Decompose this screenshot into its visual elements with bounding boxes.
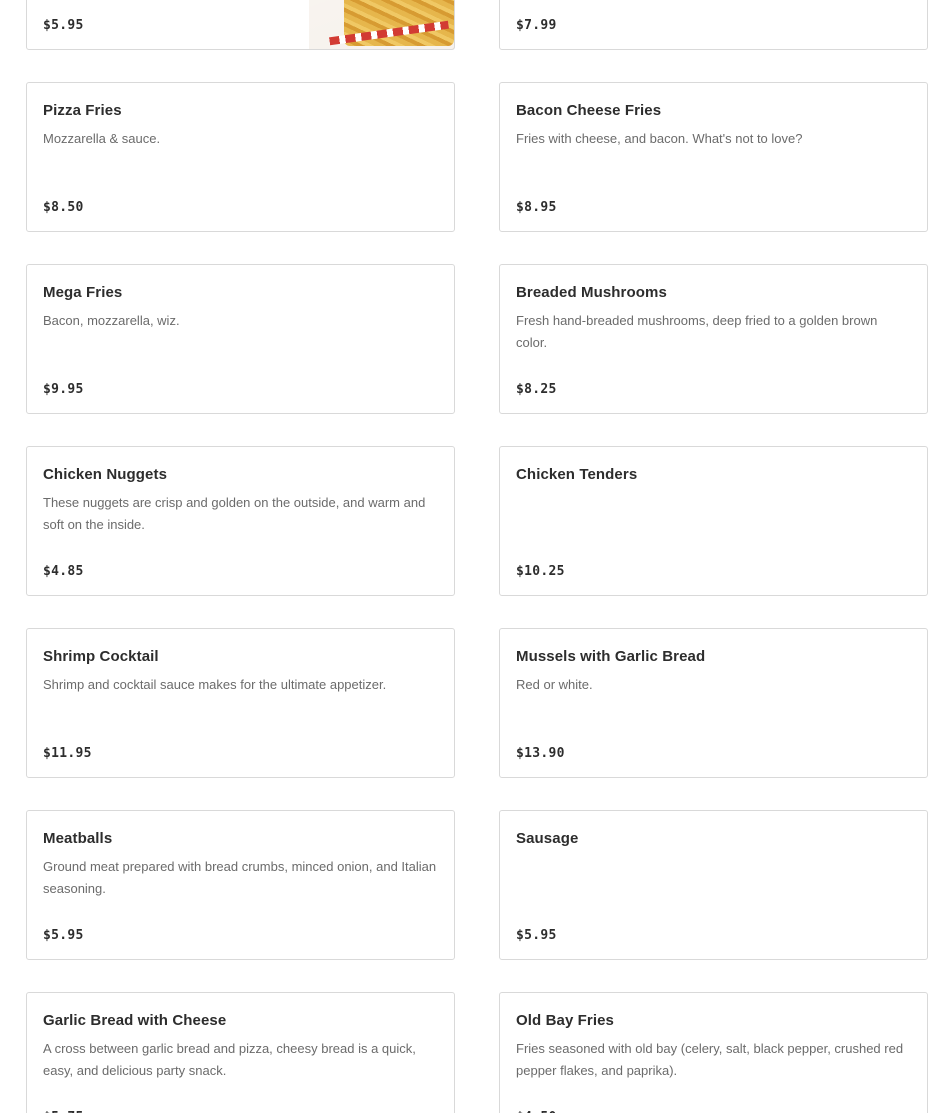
menu-item-description: Shrimp and cocktail sauce makes for the … bbox=[43, 677, 387, 692]
menu-item-card[interactable]: Chicken Tenders $10.25 bbox=[499, 446, 928, 596]
menu-item-name: Old Bay Fries bbox=[516, 1012, 615, 1029]
menu-item-body: Breaded Mushrooms Fresh hand-breaded mush… bbox=[516, 283, 911, 354]
menu-item-body: Garlic Bread with Cheese A cross between … bbox=[43, 1011, 438, 1082]
menu-item-name: Chicken Tenders bbox=[516, 466, 638, 483]
menu-item-description: Fresh hand-breaded mushrooms, deep fried… bbox=[516, 313, 878, 350]
menu-item-name: Pizza Fries bbox=[43, 102, 122, 119]
menu-item-price: $9.95 bbox=[43, 382, 84, 397]
menu-item-body: Meatballs Ground meat prepared with bread… bbox=[43, 829, 438, 900]
menu-item-price: $5.95 bbox=[43, 18, 84, 33]
menu-item-price: $5.95 bbox=[516, 928, 557, 943]
menu-item-grid: $5.95 $7.99 Pizza Fries Mozzarella & sauce.… bbox=[26, 0, 928, 1113]
menu-item-description: Ground meat prepared with bread crumbs, … bbox=[43, 859, 437, 896]
menu-item-price: $4.85 bbox=[43, 564, 84, 579]
menu-item-price: $7.99 bbox=[516, 18, 557, 33]
menu-item-description: Mozzarella & sauce. bbox=[43, 131, 161, 146]
menu-item-price: $13.90 bbox=[516, 746, 565, 761]
menu-item-card[interactable]: Breaded Mushrooms Fresh hand-breaded mush… bbox=[499, 264, 928, 414]
menu-item-body: Old Bay Fries Fries seasoned with old bay… bbox=[516, 1011, 911, 1082]
menu-item-description: Bacon, mozzarella, wiz. bbox=[43, 313, 180, 328]
menu-item-card[interactable]: Bacon Cheese Fries Fries with cheese, and… bbox=[499, 82, 928, 232]
menu-item-body: Shrimp Cocktail Shrimp and cocktail sauce… bbox=[43, 647, 438, 696]
menu-viewport: $5.95 $7.99 Pizza Fries Mozzarella & sauce.… bbox=[0, 0, 950, 1113]
menu-item-description: A cross between garlic bread and pizza, … bbox=[43, 1041, 416, 1078]
menu-item-price: $10.25 bbox=[516, 564, 565, 579]
menu-item-card[interactable]: Mega Fries Bacon, mozzarella, wiz. $9.95 bbox=[26, 264, 455, 414]
menu-item-body: Bacon Cheese Fries Fries with cheese, and… bbox=[516, 101, 911, 150]
menu-item-price: $11.95 bbox=[43, 746, 92, 761]
menu-item-card[interactable]: Old Bay Fries Fries seasoned with old bay… bbox=[499, 992, 928, 1113]
menu-item-body: Chicken Tenders bbox=[516, 465, 911, 492]
menu-item-name: Mussels with Garlic Bread bbox=[516, 648, 706, 665]
menu-item-photo bbox=[309, 0, 454, 49]
menu-item-name: Sausage bbox=[516, 830, 579, 847]
menu-item-card[interactable]: Shrimp Cocktail Shrimp and cocktail sauce… bbox=[26, 628, 455, 778]
menu-item-description: Red or white. bbox=[516, 677, 593, 692]
menu-item-description: These nuggets are crisp and golden on th… bbox=[43, 495, 426, 532]
menu-item-price: $5.95 bbox=[43, 928, 84, 943]
menu-item-body: Chicken Nuggets These nuggets are crisp a… bbox=[43, 465, 438, 536]
menu-item-name: Meatballs bbox=[43, 830, 113, 847]
menu-item-card[interactable]: $7.99 bbox=[499, 0, 928, 50]
menu-item-price: $8.25 bbox=[516, 382, 557, 397]
menu-item-card[interactable]: Sausage $5.95 bbox=[499, 810, 928, 960]
menu-item-price: $8.50 bbox=[43, 200, 84, 215]
menu-item-name: Chicken Nuggets bbox=[43, 466, 168, 483]
menu-item-name: Breaded Mushrooms bbox=[516, 284, 667, 301]
menu-item-name: Mega Fries bbox=[43, 284, 123, 301]
menu-item-card[interactable]: Garlic Bread with Cheese A cross between … bbox=[26, 992, 455, 1113]
menu-item-card[interactable]: $5.95 bbox=[26, 0, 455, 50]
menu-item-price: $8.95 bbox=[516, 200, 557, 215]
menu-item-card[interactable]: Mussels with Garlic Bread Red or white. $1… bbox=[499, 628, 928, 778]
menu-item-description: Fries seasoned with old bay (celery, sal… bbox=[516, 1041, 904, 1078]
menu-item-body: Pizza Fries Mozzarella & sauce. bbox=[43, 101, 438, 150]
menu-item-card[interactable]: Meatballs Ground meat prepared with bread… bbox=[26, 810, 455, 960]
menu-item-description: Fries with cheese, and bacon. What's not… bbox=[516, 131, 803, 146]
menu-item-card[interactable]: Pizza Fries Mozzarella & sauce. $8.50 bbox=[26, 82, 455, 232]
menu-item-body: Sausage bbox=[516, 829, 911, 856]
menu-item-body: Mussels with Garlic Bread Red or white. bbox=[516, 647, 911, 696]
menu-item-card[interactable]: Chicken Nuggets These nuggets are crisp a… bbox=[26, 446, 455, 596]
menu-item-body: Mega Fries Bacon, mozzarella, wiz. bbox=[43, 283, 438, 332]
menu-item-name: Garlic Bread with Cheese bbox=[43, 1012, 227, 1029]
menu-item-name: Bacon Cheese Fries bbox=[516, 102, 662, 119]
menu-item-name: Shrimp Cocktail bbox=[43, 648, 159, 665]
